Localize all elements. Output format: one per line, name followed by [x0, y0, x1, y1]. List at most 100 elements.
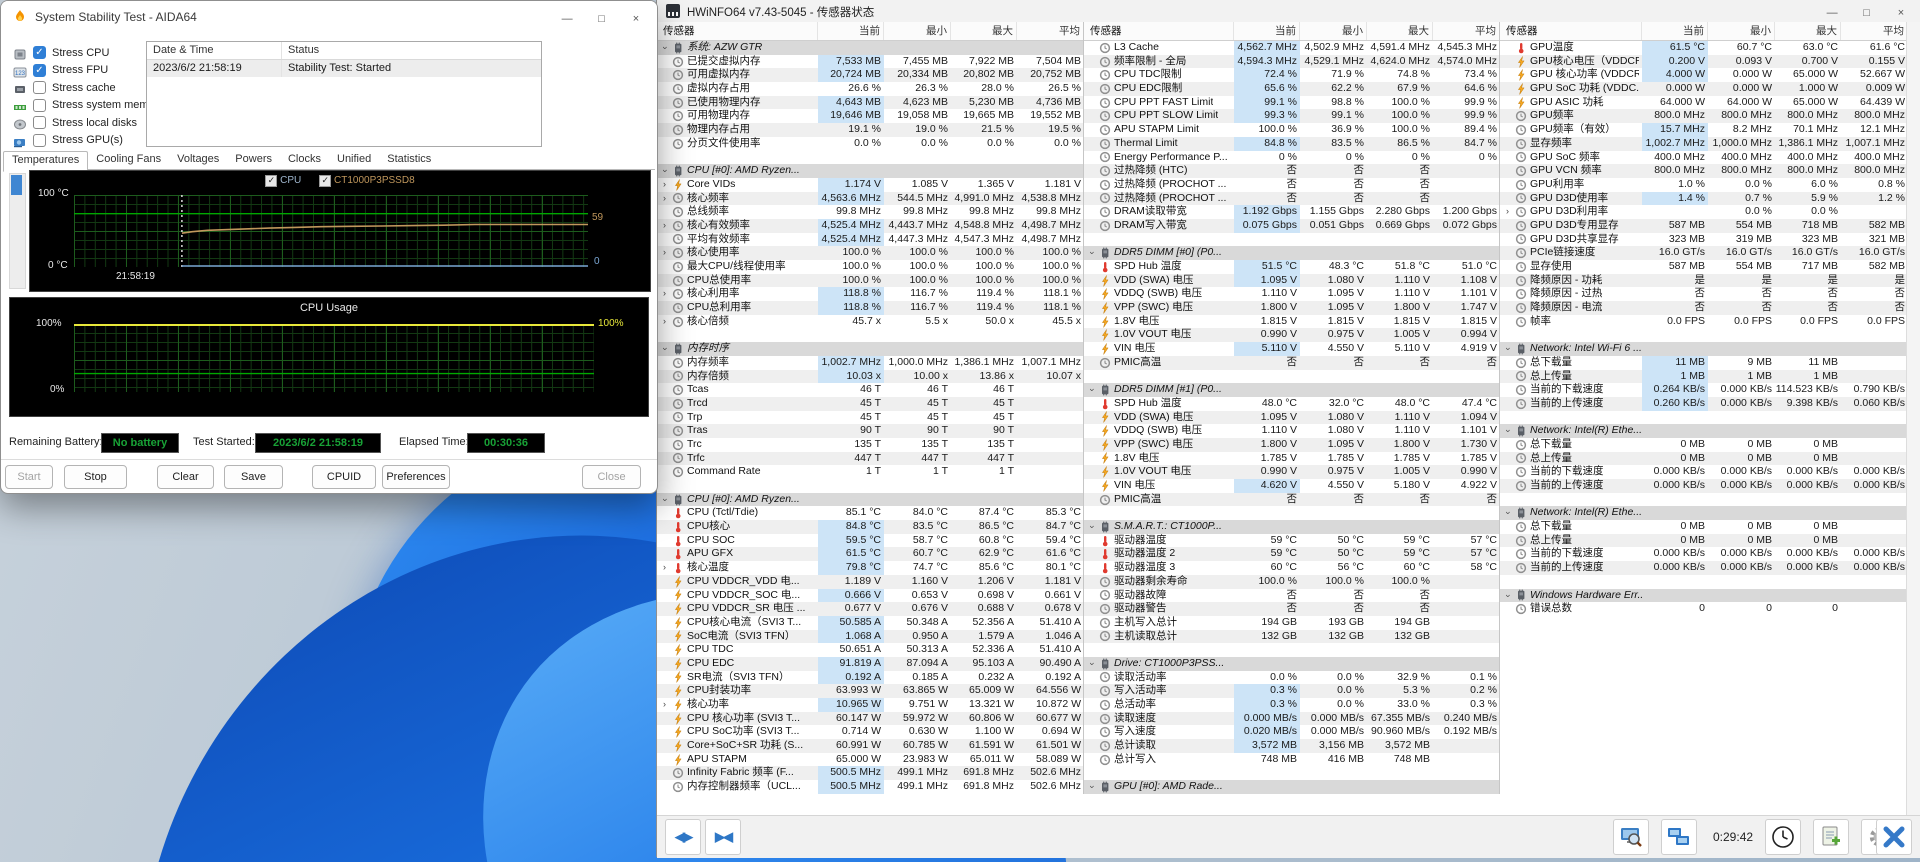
- sensor-row[interactable]: 帧率 0.0 FPS 0.0 FPS 0.0 FPS 0.0 FPS: [1500, 315, 1908, 329]
- chevron-down-icon[interactable]: ›: [658, 43, 672, 52]
- report-button[interactable]: [1813, 819, 1849, 855]
- sensor-row[interactable]: 总下载量 0 MB 0 MB 0 MB: [1500, 438, 1908, 452]
- sensor-row[interactable]: 内存倍频 10.03 x 10.00 x 13.86 x 10.07 x: [657, 369, 1084, 384]
- chevron-right-icon[interactable]: ›: [660, 698, 669, 712]
- column-header[interactable]: 平均: [1017, 22, 1084, 40]
- sensor-row[interactable]: CPU PPT SLOW Limit 99.3 % 99.1 % 100.0 % 99.…: [1084, 109, 1500, 124]
- chevron-right-icon[interactable]: ›: [660, 178, 669, 192]
- tab-statistics[interactable]: Statistics: [379, 151, 439, 170]
- sensor-row[interactable]: GPU D3D共享显存 323 MB 319 MB 323 MB 321 MB: [1500, 233, 1908, 247]
- sensor-row[interactable]: 驱动器剩余寿命 100.0 % 100.0 % 100.0 %: [1084, 574, 1500, 589]
- sensor-row[interactable]: PMIC高温 否 否 否 否: [1084, 492, 1500, 507]
- sensor-row[interactable]: GPU频率（有效） 15.7 MHz 8.2 MHz 70.1 MHz 12.1 MHz: [1500, 123, 1908, 137]
- sensor-row[interactable]: PMIC高温 否 否 否 否: [1084, 355, 1500, 370]
- sensor-section-header[interactable]: › S.M.A.R.T.: CT1000P...: [1084, 520, 1500, 534]
- stress-option-cpu[interactable]: ✓ Stress CPU: [13, 45, 109, 60]
- sensor-row[interactable]: 1.8V 电压 1.785 V 1.785 V 1.785 V 1.785 V: [1084, 452, 1500, 466]
- sensor-row[interactable]: 当前的上传速度 0.260 KB/s 0.000 KB/s 9.398 KB/s 0.0…: [1500, 396, 1908, 411]
- sensor-row[interactable]: APU STAPM 65.000 W 23.983 W 65.011 W 58.089 …: [657, 753, 1084, 767]
- clear-button[interactable]: Clear: [157, 465, 214, 489]
- close-sensors-button[interactable]: [1876, 819, 1912, 855]
- sensor-row[interactable]: VIN 电压 5.110 V 4.550 V 5.110 V 4.919 V: [1084, 342, 1500, 356]
- sensor-row[interactable]: VPP (SWC) 电压 1.800 V 1.095 V 1.800 V 1.730 V: [1084, 437, 1500, 452]
- sensor-row[interactable]: 驱动器警告 否 否 否: [1084, 602, 1500, 616]
- hwinfo-titlebar[interactable]: HWiNFO64 v7.43-5045 - 传感器状态 — □ ×: [657, 0, 1920, 23]
- sensor-row[interactable]: L3 Cache 4,562.7 MHz 4,502.9 MHz 4,591.4 MH…: [1084, 41, 1500, 55]
- column-header[interactable]: 当前: [1234, 22, 1300, 40]
- chevron-down-icon[interactable]: ›: [658, 344, 672, 353]
- sensor-row[interactable]: VDDQ (SWB) 电压 1.110 V 1.095 V 1.110 V 1.101 …: [1084, 287, 1500, 301]
- sensor-row[interactable]: PCIe链接速度 16.0 GT/s 16.0 GT/s 16.0 GT/s 16.0 …: [1500, 246, 1908, 260]
- sensor-row[interactable]: 读取速度 0.000 MB/s 0.000 MB/s 67.355 MB/s 0.240…: [1084, 711, 1500, 726]
- column-header[interactable]: 平均: [1841, 22, 1908, 40]
- aida64-titlebar[interactable]: System Stability Test - AIDA64 — □ ×: [1, 1, 657, 33]
- sensor-list-scrollbar[interactable]: [9, 173, 26, 289]
- sensor-row[interactable]: Trcd 45 T 45 T 45 T: [657, 396, 1084, 411]
- sensor-row[interactable]: CPU核心电流（SVI3 T... 50.585 A 50.348 A 52.356 …: [657, 615, 1084, 630]
- tab-clocks[interactable]: Clocks: [280, 151, 329, 170]
- sensor-row[interactable]: 总计读取 3,572 MB 3,156 MB 3,572 MB: [1084, 739, 1500, 753]
- chevron-down-icon[interactable]: ›: [658, 167, 672, 176]
- tab-voltages[interactable]: Voltages: [169, 151, 227, 170]
- scan-button[interactable]: [1613, 819, 1649, 855]
- sensor-row[interactable]: CPU SOC 59.5 °C 58.7 °C 60.8 °C 59.4 °C: [657, 533, 1084, 548]
- column-header[interactable]: 最大: [1367, 22, 1433, 40]
- checkbox-icon[interactable]: ✓: [265, 175, 278, 187]
- sensor-row[interactable]: GPU 核心功率 (VDDCR... 4.000 W 0.000 W 65.000 W…: [1500, 68, 1908, 83]
- sensor-section-header[interactable]: › DDR5 DIMM [#1] (P0...: [1084, 383, 1500, 397]
- sensor-row[interactable]: 总上传量 0 MB 0 MB 0 MB: [1500, 533, 1908, 548]
- sensor-row[interactable]: GPU VCN 频率 800.0 MHz 800.0 MHz 800.0 MHz 800…: [1500, 164, 1908, 178]
- sensor-row[interactable]: CPU TDC限制 72.4 % 71.9 % 74.8 % 73.4 %: [1084, 68, 1500, 83]
- remote-monitoring-button[interactable]: [1661, 819, 1697, 855]
- sensor-row[interactable]: CPU核心 84.8 °C 83.5 °C 86.5 °C 84.7 °C: [657, 520, 1084, 534]
- sensor-row[interactable]: Tcas 46 T 46 T 46 T: [657, 383, 1084, 397]
- sensor-row[interactable]: 可用虚拟内存 20,724 MB 20,334 MB 20,802 MB 20,752 …: [657, 68, 1084, 83]
- log-row[interactable]: 2023/6/2 21:58:19 Stability Test: Starte…: [147, 60, 541, 77]
- sensor-row[interactable]: 降频原因 - 功耗 是 是 是 是: [1500, 273, 1908, 288]
- sensor-row[interactable]: CPU VDDCR_SOC 电... 0.666 V 0.653 V 0.698 V 0…: [657, 588, 1084, 603]
- sensor-section-header[interactable]: › Network: Intel(R) Ethe...: [1500, 506, 1908, 521]
- sensor-row[interactable]: GPU频率 800.0 MHz 800.0 MHz 800.0 MHz 800.0 MH…: [1500, 109, 1908, 124]
- minimize-icon[interactable]: —: [1817, 7, 1847, 19]
- chevron-right-icon[interactable]: ›: [660, 246, 669, 260]
- checkbox-icon[interactable]: ✓: [33, 46, 46, 59]
- chevron-right-icon[interactable]: ›: [660, 219, 669, 233]
- stress-option-memory[interactable]: Stress system memory: [13, 98, 164, 113]
- column-header[interactable]: 最大: [951, 22, 1017, 40]
- sensor-row[interactable]: CPU PPT FAST Limit 99.1 % 98.8 % 100.0 % 99.…: [1084, 95, 1500, 110]
- sensor-row[interactable]: APU GFX 61.5 °C 60.7 °C 62.9 °C 61.6 °C: [657, 547, 1084, 562]
- sensor-row[interactable]: 当前的下载速度 0.000 KB/s 0.000 KB/s 0.000 KB/s 0.0…: [1500, 465, 1908, 479]
- chevron-down-icon[interactable]: ›: [1085, 659, 1099, 668]
- sensor-row[interactable]: Command Rate 1 T 1 T 1 T: [657, 465, 1084, 479]
- checkbox-icon[interactable]: [33, 133, 46, 147]
- chevron-right-icon[interactable]: ›: [660, 192, 669, 206]
- chevron-down-icon[interactable]: ›: [1501, 427, 1515, 436]
- sensor-row[interactable]: CPU总使用率 100.0 % 100.0 % 100.0 % 100.0 %: [657, 273, 1084, 288]
- preferences-button[interactable]: Preferences: [382, 465, 450, 489]
- sensor-row[interactable]: 平均有效频率 4,525.4 MHz 4,447.3 MHz 4,547.3 MHz 4…: [657, 232, 1084, 247]
- maximize-icon[interactable]: □: [1852, 7, 1882, 19]
- column-header[interactable]: 当前: [818, 22, 884, 40]
- chevron-down-icon[interactable]: ›: [1085, 386, 1099, 395]
- sensor-row[interactable]: 内存控制器频率（UCL... 500.5 MHz 499.1 MHz 691.8 MH…: [657, 780, 1084, 794]
- sensor-row[interactable]: 最大CPU/线程使用率 100.0 % 100.0 % 100.0 % 100.0 %: [657, 260, 1084, 274]
- tab-cooling-fans[interactable]: Cooling Fans: [88, 151, 169, 170]
- stop-button[interactable]: Stop: [64, 465, 127, 489]
- sensor-row[interactable]: 主机读取总计 132 GB 132 GB 132 GB: [1084, 629, 1500, 644]
- sensor-row[interactable]: 内存频率 1,002.7 MHz 1,000.0 MHz 1,386.1 MHz 1,0…: [657, 355, 1084, 370]
- sensor-row[interactable]: › 核心功率 10.965 W 9.751 W 13.321 W 10.872 W: [657, 698, 1084, 712]
- chevron-down-icon[interactable]: ›: [1501, 591, 1515, 600]
- sensor-row[interactable]: CPU VDDCR_VDD 电... 1.189 V 1.160 V 1.206 V 1…: [657, 574, 1084, 589]
- sensor-section-header[interactable]: › Network: Intel Wi-Fi 6 ...: [1500, 342, 1908, 356]
- sensor-row[interactable]: CPU EDC限制 65.6 % 62.2 % 67.9 % 64.6 %: [1084, 82, 1500, 96]
- sensor-row[interactable]: CPU SoC功率 (SVI3 T... 0.714 W 0.630 W 1.100 …: [657, 725, 1084, 739]
- scrollbar-thumb[interactable]: [11, 175, 22, 195]
- sensor-row[interactable]: GPU D3D使用率 1.4 % 0.7 % 5.9 % 1.2 %: [1500, 191, 1908, 206]
- sensor-row[interactable]: SPD Hub 温度 51.5 °C 48.3 °C 51.8 °C 51.0 °C: [1084, 260, 1500, 274]
- sensor-row[interactable]: › 核心有效频率 4,525.4 MHz 4,443.7 MHz 4,548.8 MHz…: [657, 218, 1084, 233]
- sensor-row[interactable]: 总上传量 0 MB 0 MB 0 MB: [1500, 451, 1908, 466]
- sensor-row[interactable]: 降频原因 - 电流 否 否 否 否: [1500, 301, 1908, 315]
- sensor-row[interactable]: SoC电流（SVI3 TFN） 1.068 A 0.950 A 1.579 A 1.04…: [657, 629, 1084, 644]
- sensor-row[interactable]: GPU ASIC 功耗 64.000 W 64.000 W 65.000 W 64.43…: [1500, 96, 1908, 110]
- stress-option-fpu[interactable]: 123 ✓ Stress FPU: [13, 63, 108, 78]
